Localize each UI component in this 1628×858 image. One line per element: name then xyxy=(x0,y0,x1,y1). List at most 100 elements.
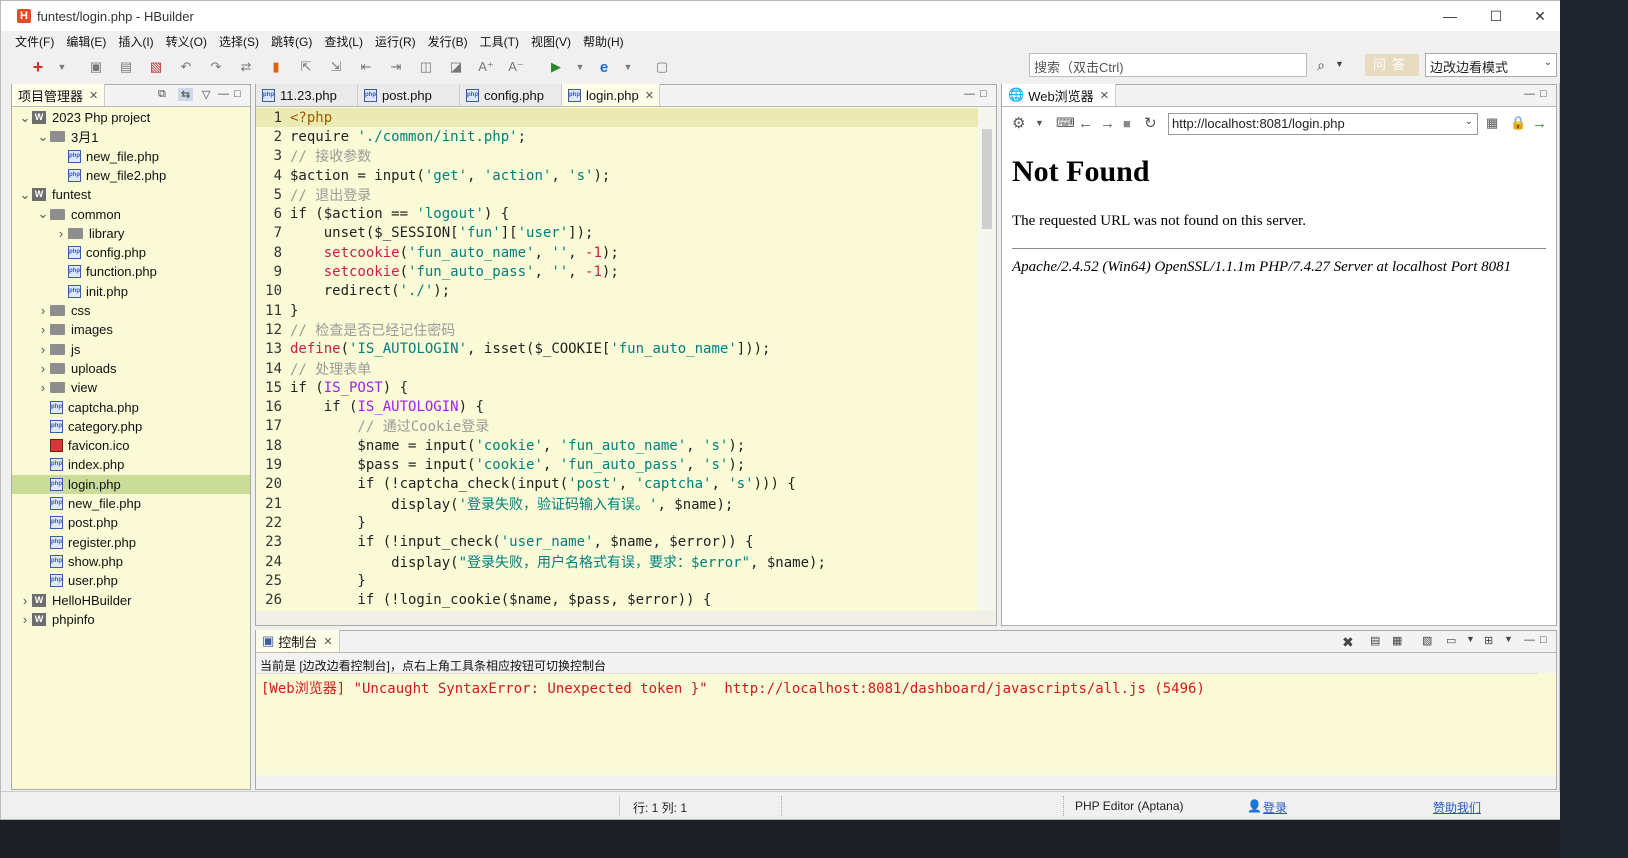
lock-icon[interactable]: 🔒 xyxy=(1510,115,1526,131)
code-line[interactable]: 2 require './common/init.php'; xyxy=(256,127,978,146)
menu-item-8[interactable]: 发行(B) xyxy=(422,33,474,50)
scroll-lock-icon[interactable]: ▤ xyxy=(1370,634,1380,647)
forward-icon[interactable]: → xyxy=(1100,115,1115,132)
chevron-right-icon[interactable]: › xyxy=(36,322,50,337)
new-icon[interactable]: + xyxy=(27,56,49,78)
tree-item[interactable]: ⌄ common xyxy=(12,205,250,224)
code-line[interactable]: 18 $name = input('cookie', 'fun_auto_nam… xyxy=(256,436,978,455)
close-button[interactable]: ✕ xyxy=(1517,1,1563,31)
chevron-down-icon[interactable]: ⌄ xyxy=(1465,116,1473,127)
code-area[interactable]: 1 <?php 2 require './common/init.php'; 3 // 接… xyxy=(256,107,978,611)
chevron-right-icon[interactable]: › xyxy=(54,226,68,241)
tree-item[interactable]: php category.php xyxy=(12,417,250,436)
new-console-icon[interactable]: ⊞ xyxy=(1484,634,1493,647)
qrcode-icon[interactable]: ▦ xyxy=(1486,115,1498,131)
console-icon[interactable]: ⌨ xyxy=(1056,115,1075,131)
maximize-button[interactable]: ☐ xyxy=(1473,1,1519,31)
redo-icon[interactable]: ↷ xyxy=(205,56,227,78)
close-icon[interactable]: ✕ xyxy=(89,89,98,102)
url-input[interactable]: http://localhost:8081/login.php ⌄ xyxy=(1168,113,1478,135)
code-line[interactable]: 23 if (!input_check('user_name', $name, … xyxy=(256,533,978,552)
minimize-panel-icon[interactable]: — xyxy=(964,88,975,100)
code-line[interactable]: 22 } xyxy=(256,513,978,532)
tree-item[interactable]: php login.php xyxy=(12,474,250,494)
back-icon[interactable]: ← xyxy=(1078,115,1093,132)
menu-item-3[interactable]: 转义(O) xyxy=(160,33,213,50)
maximize-panel-icon[interactable]: □ xyxy=(1540,88,1547,100)
tab-login-php[interactable]: php login.php ✕ xyxy=(562,84,660,106)
tree-item[interactable]: › js xyxy=(12,340,250,359)
tree-item[interactable]: › W HelloHBuilder xyxy=(12,591,250,610)
code-line[interactable]: 1 <?php xyxy=(256,108,978,128)
chevron-down-icon[interactable]: ▼ xyxy=(575,56,585,78)
tree-item[interactable]: php post.php xyxy=(12,513,250,532)
maximize-panel-icon[interactable]: □ xyxy=(980,88,987,100)
split-icon[interactable]: ◫ xyxy=(415,56,437,78)
code-line[interactable]: 12 // 检查是否已经记住密码 xyxy=(256,320,978,339)
browser-ie-icon[interactable]: e xyxy=(593,56,615,78)
chevron-right-icon[interactable]: › xyxy=(36,303,50,318)
go-icon[interactable]: → xyxy=(1532,115,1547,132)
font-larger-icon[interactable]: A⁺ xyxy=(475,56,497,78)
chevron-right-icon[interactable]: › xyxy=(18,612,32,627)
view-menu-icon[interactable]: ▽ xyxy=(202,88,210,101)
code-line[interactable]: 20 if (!captcha_check(input('post', 'cap… xyxy=(256,475,978,494)
collapse-all-icon[interactable]: ⧉ xyxy=(158,88,166,101)
code-line[interactable]: 11} xyxy=(256,301,978,320)
word-wrap-icon[interactable]: ▦ xyxy=(1392,634,1402,647)
chevron-down-icon[interactable]: ▼ xyxy=(57,56,67,78)
code-line[interactable]: 3 // 接收参数 xyxy=(256,147,978,166)
code-line[interactable]: 14 // 处理表单 xyxy=(256,359,978,378)
undo-icon[interactable]: ↶ xyxy=(175,56,197,78)
search-input[interactable]: 搜索（双击Ctrl) xyxy=(1029,53,1307,77)
compare-icon[interactable]: ◪ xyxy=(445,56,467,78)
sponsor-link[interactable]: 赞助我们 xyxy=(1433,799,1481,816)
console-vertical-scrollbar[interactable] xyxy=(1538,673,1556,775)
tree-item[interactable]: php show.php xyxy=(12,552,250,571)
chevron-right-icon[interactable]: › xyxy=(36,361,50,376)
vertical-scrollbar[interactable] xyxy=(978,107,996,611)
chevron-down-icon[interactable]: ▼ xyxy=(1504,634,1513,644)
close-icon[interactable]: ✕ xyxy=(1100,89,1109,102)
format-icon[interactable]: ⇄ xyxy=(235,56,257,78)
chevron-down-icon[interactable]: ⌄ xyxy=(36,129,50,145)
tab-web-browser[interactable]: 🌐 Web浏览器 ✕ xyxy=(1002,84,1116,106)
tab-post-php[interactable]: php post.php xyxy=(358,84,460,106)
minimize-button[interactable]: — xyxy=(1427,1,1473,31)
code-line[interactable]: 13 define('IS_AUTOLOGIN', isset($_COOKIE[… xyxy=(256,340,978,359)
link-editor-icon[interactable]: ⇆ xyxy=(178,88,194,101)
tab-project-explorer[interactable]: 项目管理器 ✕ xyxy=(12,84,106,106)
chevron-right-icon[interactable]: › xyxy=(36,342,50,357)
tree-item[interactable]: › Wphpinfo xyxy=(12,610,250,629)
clear-console-icon[interactable]: ✖ xyxy=(1342,634,1354,651)
preview-icon[interactable]: ▢ xyxy=(651,56,673,78)
login-link[interactable]: 登录 xyxy=(1263,799,1287,816)
code-line[interactable]: 26 if (!login_cookie($name, $pass, $erro… xyxy=(256,591,978,610)
tree-item[interactable]: › css xyxy=(12,301,250,320)
chevron-right-icon[interactable]: › xyxy=(18,593,32,608)
tab-console[interactable]: ▣ 控制台 ✕ xyxy=(256,630,340,652)
settings-gear-icon[interactable]: ⚙ xyxy=(1012,114,1025,132)
font-smaller-icon[interactable]: A⁻ xyxy=(505,56,527,78)
close-icon[interactable]: ✕ xyxy=(645,89,654,102)
run-icon[interactable]: ▶ xyxy=(545,56,567,78)
close-file-icon[interactable]: ▧ xyxy=(145,56,167,78)
console-horizontal-scrollbar[interactable] xyxy=(256,775,1556,789)
mode-select[interactable]: 边改边看模式 ⌄ xyxy=(1425,53,1557,77)
code-line[interactable]: 10 redirect('./'); xyxy=(256,282,978,301)
menu-item-7[interactable]: 运行(R) xyxy=(369,33,422,50)
code-line[interactable]: 8 setcookie('fun_auto_name', '', -1); xyxy=(256,243,978,262)
tree-item[interactable]: › images xyxy=(12,320,250,339)
code-line[interactable]: 5 // 退出登录 xyxy=(256,185,978,204)
minimize-panel-icon[interactable]: — xyxy=(218,88,229,100)
menu-item-11[interactable]: 帮助(H) xyxy=(577,33,630,50)
code-line[interactable]: 6 if ($action == 'logout') { xyxy=(256,205,978,224)
pin-console-icon[interactable]: ▧ xyxy=(1422,634,1432,647)
jump-start-icon[interactable]: ⇤ xyxy=(355,56,377,78)
tree-item[interactable]: php function.php xyxy=(12,262,250,281)
code-line[interactable]: 17 // 通过Cookie登录 xyxy=(256,417,978,436)
close-icon[interactable]: ✕ xyxy=(323,635,332,648)
save-all-icon[interactable]: ▤ xyxy=(115,56,137,78)
scroll-thumb[interactable] xyxy=(982,129,992,229)
tree-item[interactable]: php captcha.php xyxy=(12,398,250,417)
